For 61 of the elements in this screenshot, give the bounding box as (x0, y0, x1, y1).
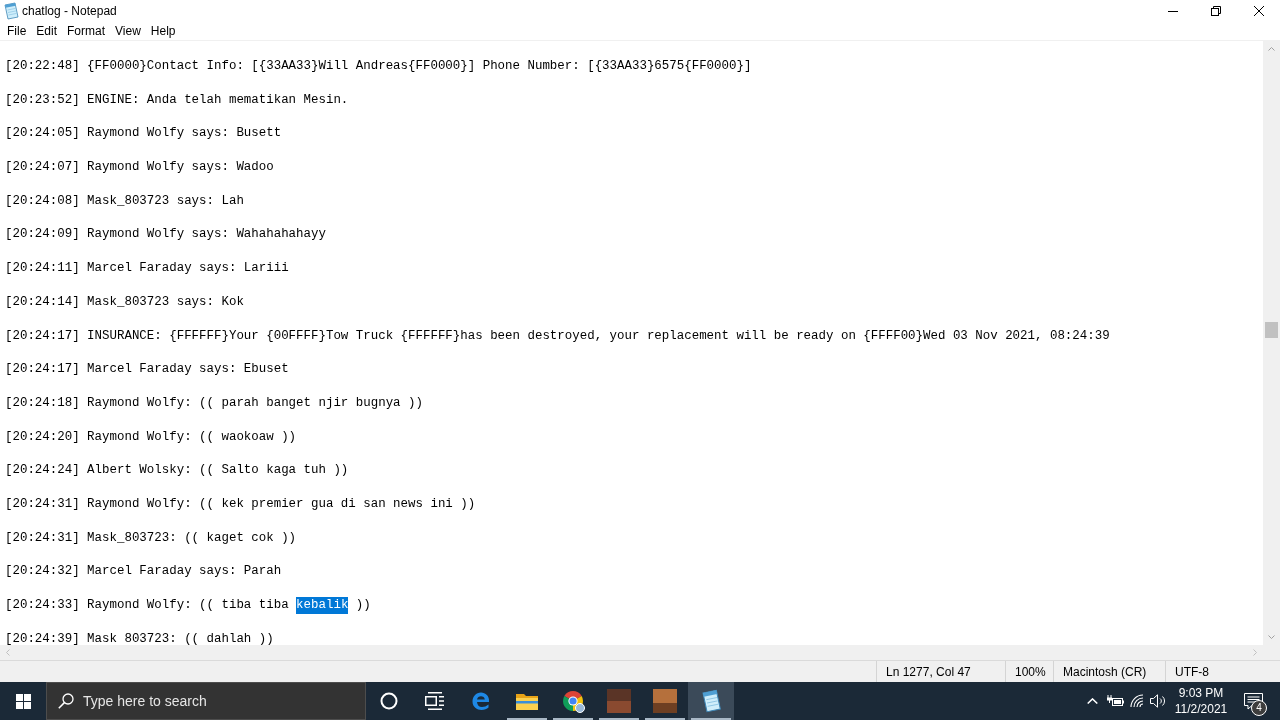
menu-item[interactable]: Edit (31, 22, 63, 40)
log-text: [20:24:07] Raymond Wolfy says: Wadoo (5, 160, 274, 175)
menu-item[interactable]: Format (62, 22, 111, 40)
log-text: [20:24:24] Albert Wolsky: (( Salto kaga tuh )) (5, 463, 349, 478)
encoding: UTF-8 (1175, 664, 1209, 679)
scroll-right-icon (1253, 649, 1257, 656)
minimize-icon (1167, 10, 1178, 12)
line-ending: Macintosh (CR) (1063, 664, 1147, 679)
log-text: [20:24:09] Raymond Wolfy says: Wahahahahayy (5, 227, 326, 242)
log-text: [20:24:20] Raymond Wolfy: (( waokoaw )) (5, 429, 297, 444)
circle-icon (380, 692, 398, 710)
notepad-icon (3, 2, 19, 20)
chrome-icon (561, 689, 585, 713)
taskbar-app-button[interactable] (688, 682, 734, 720)
log-text: [20:24:31] Raymond Wolfy: (( kek premier gua di san news ini )) (5, 496, 476, 511)
menu-item[interactable]: View (110, 22, 146, 40)
log-text: [20:24:11] Marcel Faraday says: Lariii (5, 261, 289, 276)
notification-badge: 4 (1251, 700, 1267, 716)
scroll-up-icon (1268, 47, 1275, 51)
windows-logo-icon (15, 693, 31, 709)
log-text: [20:24:39] Mask 803723: (( dahlah )) (5, 631, 274, 645)
search-field[interactable]: Type here to search (46, 682, 366, 720)
vertical-scrollbar[interactable] (1263, 41, 1280, 645)
log-text: [20:24:14] Mask_803723 says: Kok (5, 294, 244, 309)
folder-icon (516, 692, 538, 710)
scroll-left-icon (6, 649, 10, 656)
log-text: [20:24:33] Raymond Wolfy: (( tiba tiba (5, 598, 290, 612)
menu-item[interactable]: File (2, 22, 32, 40)
log-text: [20:22:48] {FF0000}Contact Info: [{33AA33}Will Andreas{FF0000}] Phone Number: [{33AA33}6575{FF0000}] (5, 59, 752, 73)
log-text: [20:24:08] Mask_803723 says: Lah (5, 193, 244, 208)
log-text: [20:24:18] Raymond Wolfy: (( parah banget njir bugnya )) (5, 395, 423, 410)
log-text: [20:24:32] Marcel Faraday says: Parah (5, 564, 282, 579)
log-text: )) (354, 598, 371, 612)
restore-icon (1210, 6, 1221, 16)
menu-item[interactable]: Help (145, 22, 181, 40)
image-tile-icon (607, 689, 631, 713)
battery-icon (1106, 695, 1124, 707)
log-text: [20:23:52] ENGINE: Anda telah mematikan Mesin. (5, 92, 349, 107)
edge-icon (470, 690, 492, 712)
wifi-icon (1129, 694, 1145, 708)
cursor-position: Ln 1277, Col 47 (886, 664, 971, 679)
window-title: chatlog - Notepad (22, 4, 117, 18)
message-icon (1243, 692, 1263, 710)
log-text: [20:24:17] INSURANCE: {FFFFFF}Your {00FFFF}Tow Truck {FFFFFF}has been destroyed, your replacement will be ready on {FFFF00}Wed 03 Nov 2021, 08:24:39 (5, 328, 1110, 343)
clock-button[interactable]: 9:03 PM 11/2/2021 (1168, 682, 1234, 720)
notification-button[interactable]: 4 (1234, 682, 1272, 720)
task-view-icon (425, 692, 445, 710)
selected-text: kebalik (296, 597, 349, 614)
notepad-icon (700, 689, 722, 713)
horizontal-scrollbar[interactable] (0, 645, 1263, 660)
search-icon (58, 693, 74, 709)
speaker-icon (1150, 694, 1166, 708)
zoom-level: 100% (1015, 664, 1046, 679)
log-text: [20:24:17] Marcel Faraday says: Ebuset (5, 362, 289, 377)
log-text: [20:24:31] Mask_803723: (( kaget cok )) (5, 530, 297, 545)
log-text: [20:24:05] Raymond Wolfy says: Busett (5, 126, 282, 141)
image-tile-icon (653, 689, 677, 713)
scroll-down-icon (1268, 635, 1275, 639)
scrollbar-thumb[interactable] (1265, 322, 1278, 338)
close-icon (1253, 6, 1264, 16)
chevron-up-icon (1086, 698, 1098, 704)
